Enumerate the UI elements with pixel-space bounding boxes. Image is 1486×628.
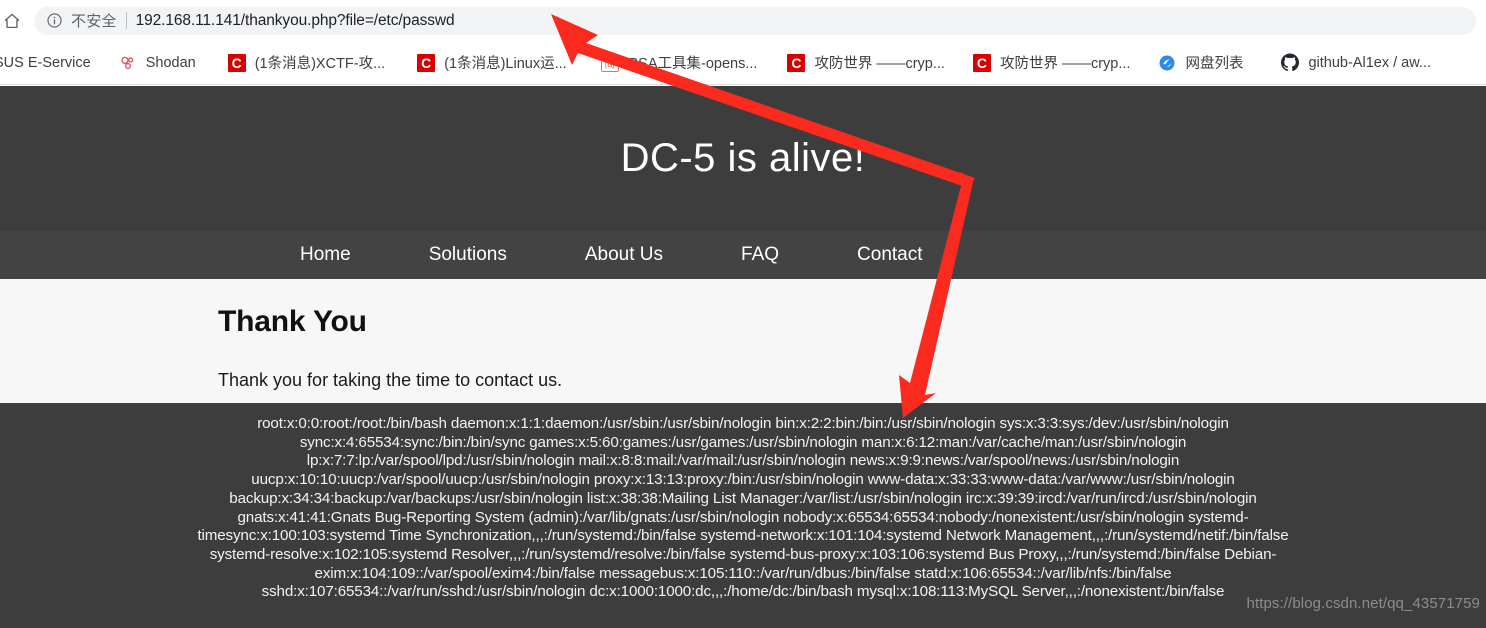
bookmark-label: Shodan	[145, 54, 196, 71]
bookmark-linux-article[interactable]: C (1条消息)Linux运...	[409, 49, 574, 77]
passwd-line: systemd-resolve:x:102:105:systemd Resolv…	[209, 545, 1277, 563]
bookmark-label: (1条消息)Linux运...	[444, 56, 567, 72]
bookmark-rsa-toolkit[interactable]: 简 RSA工具集-opens...	[593, 49, 766, 77]
bookmark-github-awesome[interactable]: github-Al1ex / aw...	[1273, 49, 1439, 77]
bookmark-label: 网盘列表	[1185, 56, 1244, 72]
shodan-icon	[119, 54, 137, 72]
nav-item-home[interactable]: Home	[300, 244, 351, 266]
security-status-label: 不安全	[71, 13, 117, 30]
csdn-icon: C	[227, 53, 246, 72]
bookmark-label: 攻防世界 ——cryp...	[814, 56, 945, 72]
nav-item-contact[interactable]: Contact	[857, 244, 922, 266]
passwd-line: root:x:0:0:root:/root:/bin/bash daemon:x…	[257, 415, 1229, 432]
passwd-line: exim:x:104:109::/var/spool/exim4:/bin/fa…	[314, 564, 1172, 582]
csdn-icon: C	[972, 53, 991, 72]
bookmark-xctf-article[interactable]: C (1条消息)XCTF-攻...	[220, 49, 394, 77]
pandownload-icon	[1158, 54, 1176, 72]
section-heading: Thank You	[218, 305, 367, 338]
site-hero: DC-5 is alive!	[0, 86, 1486, 231]
bookmark-label: github-Al1ex / aw...	[1308, 54, 1431, 71]
site-navbar: Home Solutions About Us FAQ Contact	[0, 231, 1486, 279]
passwd-line: uucp:x:10:10:uucp:/var/spool/uucp:/usr/s…	[251, 471, 1235, 489]
passwd-line: lp:x:7:7:lp:/var/spool/lpd:/usr/sbin/nol…	[306, 452, 1180, 470]
bookmark-label: SUS E-Service	[0, 54, 91, 71]
info-circle-icon[interactable]	[46, 12, 63, 29]
csdn-icon: C	[787, 53, 806, 72]
url-text[interactable]: 192.168.11.141/thankyou.php?file=/etc/pa…	[136, 12, 455, 30]
bookmark-label: RSA工具集-opens...	[627, 56, 758, 72]
passwd-line: gnats:x:41:41:Gnats Bug-Reporting System…	[237, 508, 1249, 526]
browser-toolbar: 不安全 192.168.11.141/thankyou.php?file=/et…	[0, 0, 1486, 41]
blog-watermark: https://blog.csdn.net/qq_43571759	[1246, 595, 1480, 612]
csdn-icon: C	[417, 53, 436, 72]
bookmark-gfsj-crypto-1[interactable]: C 攻防世界 ——cryp...	[779, 49, 953, 77]
nav-item-faq[interactable]: FAQ	[741, 244, 779, 266]
passwd-line: sync:x:4:65534:sync:/bin:/bin/sync games…	[299, 433, 1187, 451]
bookmark-label: 攻防世界 ——cryp...	[999, 56, 1131, 72]
bookmark-shodan[interactable]: Shodan	[111, 49, 204, 77]
omnibox-divider	[125, 12, 127, 29]
nav-item-about-us[interactable]: About Us	[585, 244, 663, 266]
bookmarks-bar: SUS E-Service Shodan C (1条消息)XCTF-攻... C…	[0, 41, 1486, 85]
thank-you-section: Thank You Thank you for taking the time …	[0, 279, 1486, 403]
passwd-line: timesync:x:100:103:systemd Time Synchron…	[197, 527, 1289, 545]
section-paragraph: Thank you for taking the time to contact…	[218, 370, 563, 390]
page-title: DC-5 is alive!	[620, 136, 866, 180]
home-button[interactable]	[0, 5, 28, 37]
jianshu-icon: 简	[600, 53, 619, 72]
home-icon	[4, 13, 20, 28]
address-bar[interactable]: 不安全 192.168.11.141/thankyou.php?file=/et…	[34, 6, 1476, 35]
bookmark-sus-e-service[interactable]: SUS E-Service	[0, 49, 99, 77]
nav-item-solutions[interactable]: Solutions	[429, 244, 507, 266]
browser-window: 不安全 192.168.11.141/thankyou.php?file=/et…	[0, 0, 1486, 628]
passwd-line: backup:x:34:34:backup:/var/backups:/usr/…	[229, 489, 1257, 507]
bookmark-gfsj-crypto-2[interactable]: C 攻防世界 ——cryp...	[965, 49, 1139, 77]
web-page-viewport: DC-5 is alive! Home Solutions About Us F…	[0, 86, 1486, 628]
github-icon	[1281, 53, 1300, 72]
bookmark-label: (1条消息)XCTF-攻...	[254, 56, 386, 72]
bookmark-pan-list[interactable]: 网盘列表	[1150, 49, 1251, 77]
